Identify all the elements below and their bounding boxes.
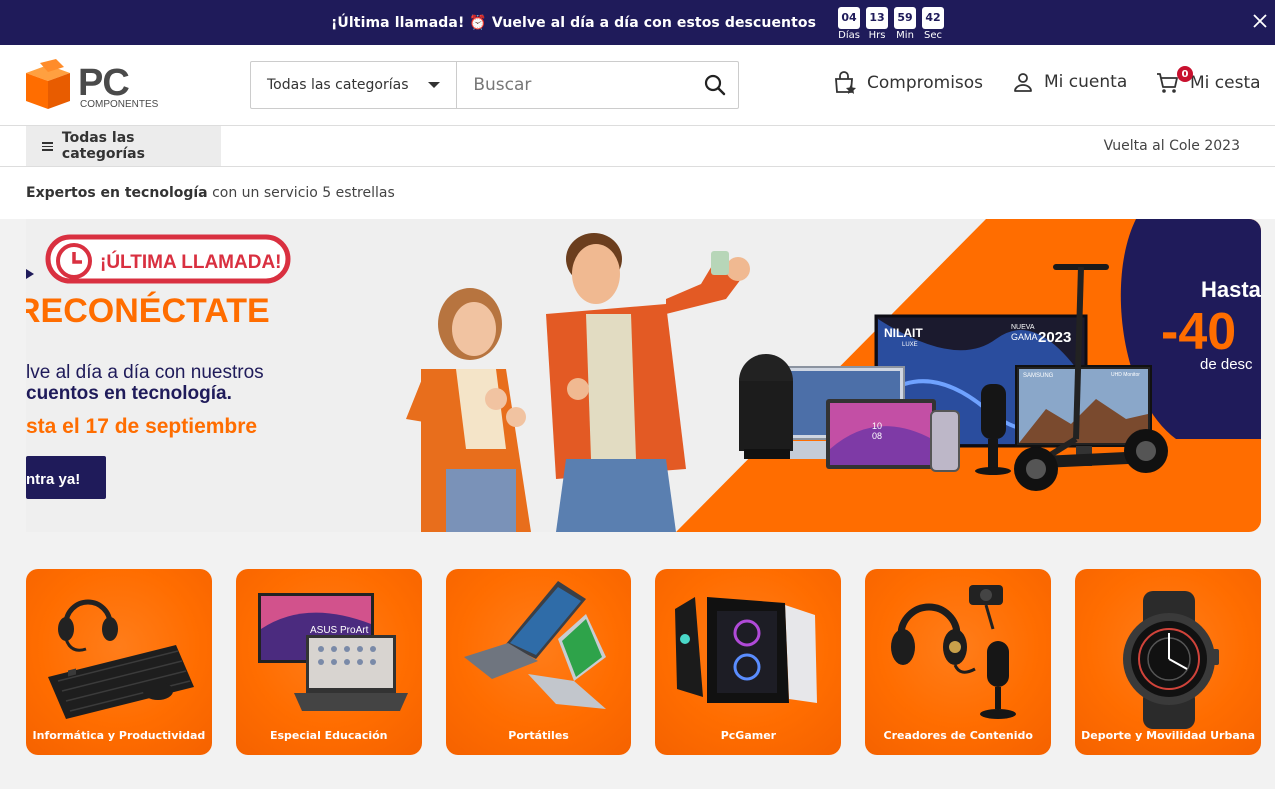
tagline: Expertos en tecnología con un servicio 5… [26, 185, 395, 201]
commitments-link[interactable]: Compromisos [833, 71, 983, 95]
category-card-pcgamer[interactable]: PcGamer [655, 569, 842, 755]
hero-banner[interactable]: Hasta -40 de desc ¡ÚLTIMA LLAMADA! RECON… [26, 219, 1261, 532]
countdown-seconds-label: Sec [924, 29, 943, 41]
commitments-label: Compromisos [867, 73, 984, 93]
chevron-down-icon [428, 82, 441, 88]
user-icon [1014, 73, 1032, 92]
countdown-timer: 04 Días 13 Hrs 59 Min 42 Sec [838, 5, 945, 41]
last-call-badge: ¡ÚLTIMA LLAMADA! [45, 234, 291, 284]
countdown-hours-value: 13 [866, 6, 889, 29]
tv-tag2: GAMA [1011, 332, 1038, 342]
asus-proart-text: ASUS ProArt [310, 625, 369, 636]
promo-bar: ¡Última llamada! ⏰ Vuelve al día a día c… [0, 0, 1275, 45]
hero-cta-label: ntra ya! [26, 471, 80, 488]
hero-line2: cuentos en tecnología. [26, 383, 232, 404]
category-card-deporte[interactable]: Deporte y Movilidad Urbana [1075, 569, 1261, 755]
hero-line3: sta el 17 de septiembre [26, 415, 257, 438]
discount-top: Hasta [1201, 277, 1261, 302]
category-label: Creadores de Contenido [883, 729, 1033, 742]
badge-text: ¡ÚLTIMA LLAMADA! [100, 251, 282, 273]
tv-tag1: NUEVA [1011, 324, 1035, 331]
smartwatch-icon [1123, 591, 1220, 729]
tv-sub: LUXE [902, 342, 918, 348]
countdown-seconds-value: 42 [922, 6, 945, 29]
headset-mic-webcam-icon [891, 585, 1017, 719]
discount-value: -40 [1161, 303, 1236, 361]
pccomponentes-logo[interactable]: PC COMPONENTES [26, 59, 171, 111]
bag-star-icon [835, 71, 856, 94]
countdown-hours-label: Hrs [868, 29, 886, 41]
laptops-icon [463, 581, 606, 709]
countdown-days-label: Días [838, 29, 860, 41]
keyboard-headset-icon [48, 599, 194, 719]
account-link[interactable]: Mi cuenta [1012, 71, 1127, 93]
category-card-creadores[interactable]: Creadores de Contenido [865, 569, 1052, 755]
laptop-monitor-icon: ASUS ProArt [257, 593, 408, 711]
monitor-tag: UHD Monitor [1111, 372, 1140, 378]
search-bar: Todas las categorías [250, 61, 739, 109]
category-card-informatica[interactable]: Informática y Productividad [26, 569, 212, 755]
close-icon[interactable] [1251, 12, 1269, 30]
svg-text:COMPONENTES: COMPONENTES [80, 99, 159, 110]
category-card-educacion[interactable]: ASUS ProArt Especial Educación [235, 569, 422, 755]
countdown-minutes: 59 Min [894, 5, 917, 41]
promo-text: ¡Última llamada! ⏰ Vuelve al día a día c… [330, 14, 817, 31]
svg-text:PC: PC [78, 62, 129, 104]
tablet-time-top: 10 [872, 421, 882, 431]
category-label: PcGamer [720, 729, 777, 742]
category-label: Portátiles [508, 729, 569, 742]
gaming-pc-icon [675, 597, 818, 703]
countdown-seconds: 42 Sec [922, 5, 945, 41]
countdown-minutes-label: Min [896, 29, 914, 41]
search-button[interactable] [692, 62, 738, 108]
nav-link-vuelta-al-cole[interactable]: Vuelta al Cole 2023 [1104, 138, 1240, 154]
tablet-time-bottom: 08 [872, 431, 882, 441]
cart-count-badge: 0 [1177, 66, 1193, 82]
account-label: Mi cuenta [1044, 72, 1128, 92]
menu-icon [42, 141, 53, 151]
countdown-minutes-value: 59 [894, 6, 917, 29]
tagline-bold: Expertos en tecnología [26, 185, 208, 201]
category-label: Informática y Productividad [32, 729, 206, 742]
hero-headline: RECONÉCTATE [26, 292, 270, 330]
hero-illustration: Hasta -40 de desc ¡ÚLTIMA LLAMADA! RECON… [26, 219, 1261, 532]
woman-figure [406, 288, 531, 532]
countdown-days-value: 04 [838, 6, 861, 29]
category-select[interactable]: Todas las categorías [251, 62, 458, 108]
discount-bottom: de desc [1200, 356, 1253, 373]
category-card-portatiles[interactable]: Portátiles [445, 569, 632, 755]
category-select-value: Todas las categorías [267, 77, 409, 93]
tagline-bar: Expertos en tecnología con un servicio 5… [0, 167, 1275, 219]
logo-box-icon: PC COMPONENTES [26, 59, 159, 110]
search-input[interactable] [457, 62, 693, 108]
monitor-brand: SAMSUNG [1023, 373, 1054, 379]
countdown-hours: 13 Hrs [866, 5, 889, 41]
countdown-days: 04 Días [838, 5, 861, 41]
cart-label: Mi cesta [1190, 73, 1261, 93]
search-icon [705, 74, 726, 96]
category-label: Deporte y Movilidad Urbana [1081, 729, 1255, 742]
tv-year: 2023 [1038, 329, 1071, 346]
all-categories-button[interactable]: Todas las categorías [26, 126, 221, 166]
category-label: Especial Educación [269, 729, 388, 742]
coffee-machine-product [739, 354, 793, 459]
site-header: PC COMPONENTES Todas las categorías Comp… [0, 45, 1275, 126]
category-cards: Informática y Productividad ASUS ProArt … [26, 569, 1261, 755]
tv-brand: NILAIT [884, 326, 923, 340]
cart-link[interactable]: 0 Mi cesta [1156, 66, 1261, 95]
tagline-rest: con un servicio 5 estrellas [207, 185, 395, 201]
hero-line1: lve al día a día con nuestros [26, 362, 264, 383]
all-categories-label: Todas las categorías [61, 130, 145, 162]
man-figure [546, 233, 750, 532]
main-nav: Todas las categorías Vuelta al Cole 2023 [0, 126, 1275, 167]
